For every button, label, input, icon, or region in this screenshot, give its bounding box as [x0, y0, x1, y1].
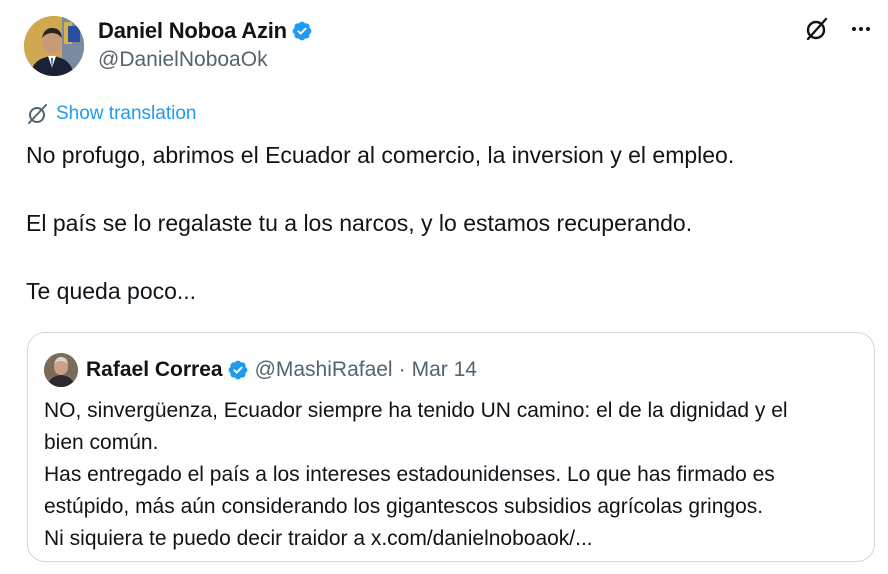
quoted-tweet-date[interactable]: Mar 14: [412, 358, 477, 382]
quoted-tweet-header: Rafael Correa @MashiRafael · Mar 14: [44, 353, 477, 387]
verified-badge-icon[interactable]: [291, 20, 313, 42]
quoted-author-handle[interactable]: @MashiRafael: [255, 358, 393, 382]
quoted-line: estúpido, más aún considerando los gigan…: [44, 495, 764, 518]
quoted-line: Ni siquiera te puedo decir traidor a x.c…: [44, 527, 593, 550]
author-info: Daniel Noboa Azin @DanielNoboaOk: [98, 16, 313, 72]
tweet-line: Te queda poco...: [26, 278, 197, 304]
author-avatar[interactable]: [24, 16, 84, 76]
tweet-line: No profugo, abrimos el Ecuador al comerc…: [26, 142, 735, 168]
meta-separator: ·: [398, 358, 406, 381]
quoted-profile-photo-icon: [44, 353, 78, 387]
author-display-name[interactable]: Daniel Noboa Azin: [98, 18, 287, 44]
quoted-tweet-card[interactable]: Rafael Correa @MashiRafael · Mar 14 NO, …: [27, 332, 875, 562]
quoted-tweet-text: NO, sinvergüenza, Ecuador siempre ha ten…: [44, 395, 864, 555]
tweet-line: El país se lo regalaste tu a los narcos,…: [26, 210, 693, 236]
quoted-author-avatar[interactable]: [44, 353, 78, 387]
quoted-line: Has entregado el país a los intereses es…: [44, 463, 775, 486]
author-handle[interactable]: @DanielNoboaOk: [98, 48, 313, 72]
quoted-author-name[interactable]: Rafael Correa: [86, 358, 223, 382]
tweet-actions: [804, 16, 874, 42]
show-translation-label[interactable]: Show translation: [56, 103, 196, 125]
quoted-verified-badge-icon[interactable]: [227, 359, 249, 381]
quoted-line: bien común.: [44, 431, 159, 454]
tweet-text: No profugo, abrimos el Ecuador al comerc…: [26, 138, 866, 308]
grok-icon[interactable]: [804, 16, 830, 42]
quoted-line: NO, sinvergüenza, Ecuador siempre ha ten…: [44, 399, 788, 422]
more-options-icon[interactable]: [848, 16, 874, 42]
show-translation-link[interactable]: Show translation: [26, 102, 196, 126]
profile-photo-icon: [24, 16, 84, 76]
translate-icon: [28, 104, 47, 124]
